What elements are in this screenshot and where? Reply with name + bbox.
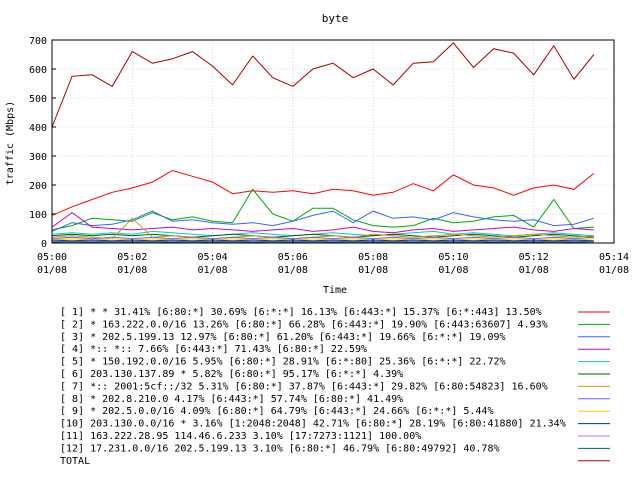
x-tick-date: 01/08 (117, 265, 147, 276)
y-tick-label: 500 (29, 94, 47, 105)
x-tick-date: 01/08 (198, 265, 228, 276)
x-tick-time: 05:14 (599, 252, 629, 263)
legend-entry: [10] 203.130.0.0/16 * 3.16% [1:2048:2048… (60, 419, 566, 430)
x-tick-time: 05:00 (37, 252, 67, 263)
legend-entry: [12] 17.231.0.0/16 202.5.199.13 3.10% [6… (60, 443, 500, 454)
legend-entry: [ 5] * 150.192.0.0/16 5.95% [6:80:*] 28.… (60, 357, 506, 368)
x-tick-time: 05:02 (117, 252, 147, 263)
series-line-2 (51, 188, 594, 231)
legend-entry: TOTAL (60, 456, 90, 467)
x-tick-time: 05:10 (438, 252, 468, 263)
legend-entry: [11] 163.222.28.95 114.46.6.233 3.10% [1… (60, 431, 421, 442)
traffic-chart: byte traffic (Mbps) Time 0 100 200 300 400 50… (5, 12, 629, 467)
x-axis-label: Time (323, 285, 347, 296)
legend-entry: [ 4] *:: *:: 7.66% [6:443:*] 71.43% [6:8… (60, 344, 367, 355)
y-tick-label: 100 (29, 210, 47, 221)
y-tick-label: 0 (41, 239, 47, 250)
y-tick-label: 600 (29, 65, 47, 76)
y-tick-label: 700 (29, 36, 47, 47)
x-tick-time: 05:08 (358, 252, 388, 263)
legend: [ 1] * * 31.41% [6:80:*] 30.69% [6:*:*] … (60, 307, 610, 467)
x-tick-date: 01/08 (358, 265, 388, 276)
x-tick-date: 01/08 (438, 265, 468, 276)
legend-entry: [ 7] *:: 2001:5cf::/32 5.31% [6:80:*] 37… (60, 381, 548, 392)
legend-entry: [ 9] * 202.5.0.0/16 4.09% [6:80:*] 64.79… (60, 406, 493, 417)
legend-entry: [ 6] 203.130.137.89 * 5.82% [6:80:*] 95.… (60, 369, 403, 380)
y-tick-label: 400 (29, 123, 47, 134)
y-tick-label: 200 (29, 181, 47, 192)
legend-entry: [ 8] * 202.8.210.0 4.17% [6:443:*] 57.74… (60, 394, 403, 405)
x-ticks: 05:00 01/08 05:02 01/08 05:04 01/08 05:06 01/08… (37, 239, 629, 276)
y-axis-label: traffic (Mbps) (5, 101, 16, 185)
legend-entry: [ 2] * 163.222.0.0/16 13.26% [6:80:*] 66… (60, 319, 548, 330)
legend-entry: [ 1] * * 31.41% [6:80:*] 30.69% [6:*:*] … (60, 307, 542, 318)
x-tick-date: 01/08 (37, 265, 67, 276)
x-tick-time: 05:04 (198, 252, 228, 263)
plot-lines (51, 42, 595, 243)
series-line-10 (51, 239, 594, 242)
x-tick-time: 05:06 (278, 252, 308, 263)
x-tick-time: 05:12 (519, 252, 549, 263)
x-tick-date: 01/08 (519, 265, 549, 276)
chart-title: byte (322, 12, 349, 25)
legend-entry: [ 3] * 202.5.199.13 12.97% [6:80:*] 61.2… (60, 332, 506, 343)
y-tick-label: 300 (29, 152, 47, 163)
x-tick-date: 01/08 (278, 265, 308, 276)
x-tick-date: 01/08 (599, 265, 629, 276)
series-line-13 (51, 42, 595, 128)
